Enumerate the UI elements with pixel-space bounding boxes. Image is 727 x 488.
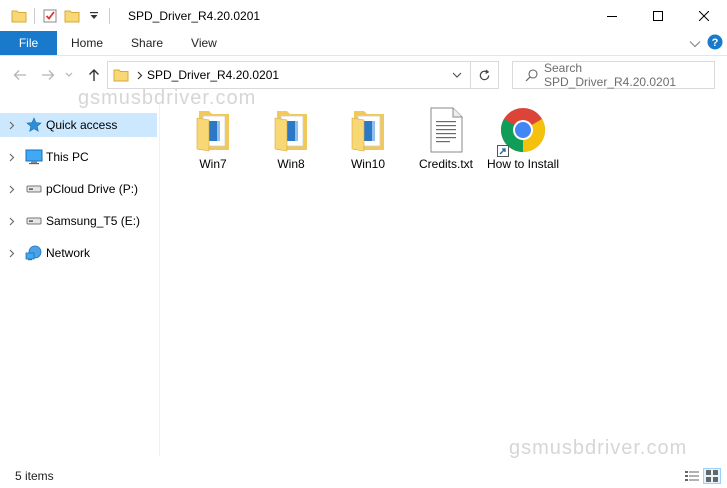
folder-item-win7[interactable]: Win7 <box>175 106 251 172</box>
sidebar-item-label: Network <box>46 246 91 260</box>
item-count: 5 items <box>15 469 54 483</box>
shortcut-arrow-icon <box>497 145 509 157</box>
quick-access-toolbar <box>0 0 114 31</box>
maximize-icon <box>653 10 663 21</box>
expand-chevron-icon[interactable] <box>0 153 24 162</box>
close-icon <box>699 10 709 21</box>
properties-checkmark-icon[interactable] <box>39 5 61 27</box>
folder-item-win8[interactable]: Win8 <box>253 106 329 172</box>
ribbon-controls: ? <box>689 31 723 56</box>
toolbar-divider <box>109 7 110 24</box>
folder-icon <box>344 106 392 154</box>
tab-view[interactable]: View <box>177 31 231 55</box>
title-bar: SPD_Driver_R4.20.0201 <box>0 0 727 31</box>
tab-file[interactable]: File <box>0 31 57 55</box>
drive-icon <box>24 181 44 197</box>
address-history-dropdown[interactable] <box>442 62 470 88</box>
sidebar-item-this-pc[interactable]: This PC <box>0 145 157 169</box>
ribbon-tabs: File Home Share View ? <box>0 31 727 56</box>
breadcrumb[interactable]: SPD_Driver_R4.20.0201 <box>147 68 279 82</box>
star-icon <box>24 117 44 133</box>
navigation-pane: gsmusbdriver.com Quick access This PC pC… <box>0 87 255 456</box>
computer-icon <box>24 149 44 165</box>
tab-share[interactable]: Share <box>117 31 177 55</box>
expand-ribbon-chevron-icon[interactable] <box>689 37 701 51</box>
search-input[interactable]: Search SPD_Driver_R4.20.0201 <box>544 61 714 89</box>
file-item-how-to-install[interactable]: How to Install <box>485 106 561 172</box>
customize-toolbar-dropdown-icon[interactable] <box>83 5 105 27</box>
large-icons-view-button[interactable] <box>703 468 721 484</box>
sidebar-item-samsung-t5[interactable]: Samsung_T5 (E:) <box>0 209 157 233</box>
file-label: Win8 <box>277 157 305 171</box>
details-view-icon <box>685 471 699 481</box>
chevron-down-icon <box>452 72 461 78</box>
file-list: Win7 Win8 Win10 Credits.txt How to Insta… <box>160 104 727 459</box>
chrome-shortcut-icon <box>497 106 547 157</box>
back-button[interactable] <box>9 64 31 86</box>
file-label: Win7 <box>199 157 227 171</box>
toolbar-divider <box>34 7 35 24</box>
help-icon[interactable]: ? <box>707 34 723 53</box>
search-box[interactable]: Search SPD_Driver_R4.20.0201 <box>512 61 715 89</box>
sidebar-item-quick-access[interactable]: Quick access <box>0 113 157 137</box>
watermark: gsmusbdriver.com <box>509 437 688 459</box>
sidebar-item-label: Samsung_T5 (E:) <box>46 214 141 228</box>
svg-text:?: ? <box>712 37 719 49</box>
refresh-icon <box>479 69 490 80</box>
recent-locations-button[interactable] <box>62 64 76 86</box>
close-button[interactable] <box>681 0 727 31</box>
file-label: How to Install <box>486 157 560 171</box>
large-icons-view-icon <box>706 470 718 482</box>
maximize-button[interactable] <box>635 0 681 31</box>
folder-icon <box>267 106 315 154</box>
expand-chevron-icon[interactable] <box>0 217 24 226</box>
up-arrow-icon <box>89 69 99 81</box>
new-folder-icon[interactable] <box>61 5 83 27</box>
view-switcher <box>683 468 721 484</box>
details-view-button[interactable] <box>683 468 701 484</box>
file-item-credits[interactable]: Credits.txt <box>408 106 484 172</box>
minimize-icon <box>607 15 617 17</box>
drive-icon <box>24 213 44 229</box>
breadcrumb-chevron-icon[interactable] <box>137 71 143 80</box>
window-title: SPD_Driver_R4.20.0201 <box>128 8 261 23</box>
expand-chevron-icon[interactable] <box>0 185 24 194</box>
search-icon <box>525 68 538 82</box>
folder-icon <box>189 106 237 154</box>
file-label: Credits.txt <box>418 157 473 171</box>
forward-button[interactable] <box>37 64 59 86</box>
minimize-button[interactable] <box>589 0 635 31</box>
folder-item-win10[interactable]: Win10 <box>330 106 406 172</box>
folder-icon <box>113 68 129 82</box>
sidebar-item-label: This PC <box>46 150 89 164</box>
window-controls <box>589 0 727 31</box>
back-arrow-icon <box>13 70 26 80</box>
up-button[interactable] <box>83 64 105 86</box>
expand-chevron-icon[interactable] <box>0 121 24 130</box>
sidebar-item-label: pCloud Drive (P:) <box>46 182 139 196</box>
chevron-down-icon <box>65 72 73 77</box>
file-label: Win10 <box>350 157 385 171</box>
folder-icon[interactable] <box>8 5 30 27</box>
refresh-button[interactable] <box>471 61 499 89</box>
network-icon <box>24 245 44 261</box>
text-file-icon <box>422 106 470 154</box>
sidebar-item-label: Quick access <box>46 118 118 132</box>
sidebar-item-network[interactable]: Network <box>0 241 157 265</box>
sidebar-item-pcloud-drive[interactable]: pCloud Drive (P:) <box>0 177 157 201</box>
address-bar[interactable]: SPD_Driver_R4.20.0201 <box>107 61 471 89</box>
tab-home[interactable]: Home <box>57 31 117 55</box>
forward-arrow-icon <box>42 70 55 80</box>
expand-chevron-icon[interactable] <box>0 249 24 258</box>
status-bar: 5 items <box>0 464 727 488</box>
